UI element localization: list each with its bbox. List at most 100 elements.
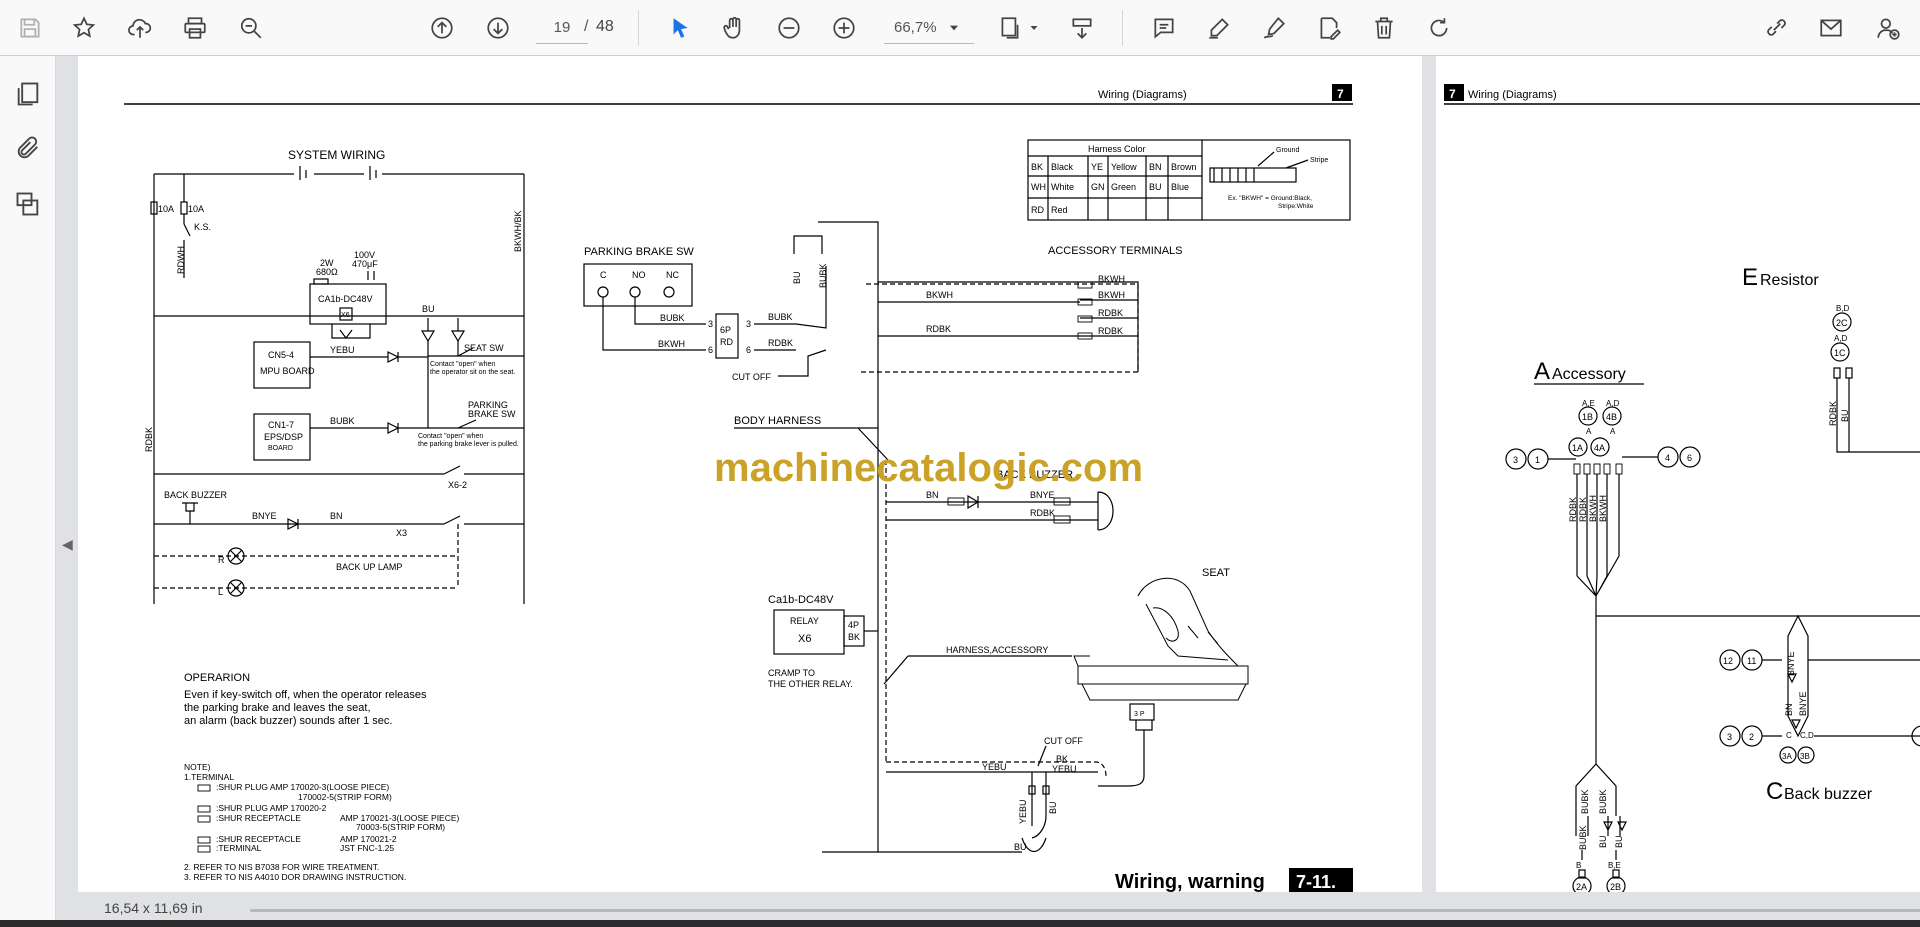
- print-icon[interactable]: [177, 10, 213, 46]
- attachments-paperclip-icon[interactable]: [10, 130, 46, 166]
- svg-text:1A: 1A: [1572, 443, 1583, 453]
- svg-text:BK: BK: [848, 632, 860, 642]
- left-sidebar: [0, 56, 56, 927]
- svg-text:BACK UP LAMP: BACK UP LAMP: [336, 562, 402, 572]
- fit-dropdown-chevron-icon[interactable]: [1024, 10, 1044, 46]
- header-title: Wiring (Diagrams): [1098, 89, 1187, 101]
- zoom-out-search-icon[interactable]: [233, 10, 269, 46]
- page-separator: /: [584, 18, 589, 35]
- svg-text:RDBK: RDBK: [1828, 401, 1838, 426]
- email-icon[interactable]: [1813, 10, 1849, 46]
- zoom-dropdown-chevron-icon[interactable]: [942, 10, 966, 46]
- document-viewer[interactable]: ◀ ◀ Wiring (Diagrams) 7 SYSTEM WIRING 10…: [56, 56, 1920, 918]
- zoom-out-icon[interactable]: [771, 10, 807, 46]
- section-a-title: Accessory: [1552, 366, 1626, 383]
- rotate-redo-icon[interactable]: [1421, 10, 1457, 46]
- svg-text:CN1-7: CN1-7: [268, 420, 294, 430]
- previous-page-icon[interactable]: [424, 10, 460, 46]
- section-a-letter: A: [1534, 358, 1550, 385]
- svg-text:6: 6: [708, 345, 713, 355]
- zoom-in-icon[interactable]: [826, 10, 862, 46]
- svg-text:RDBK: RDBK: [926, 324, 951, 334]
- svg-text:MPU BOARD: MPU BOARD: [260, 366, 315, 376]
- svg-text:R: R: [218, 555, 225, 565]
- svg-text:YEBU: YEBU: [1052, 764, 1077, 774]
- svg-text:RDBK: RDBK: [144, 427, 154, 452]
- scroll-mode-icon[interactable]: [1064, 10, 1100, 46]
- svg-text:470μF: 470μF: [352, 259, 378, 269]
- svg-text:BU: BU: [1598, 835, 1608, 848]
- section-e-title: Resistor: [1760, 272, 1819, 289]
- svg-text:4: 4: [1665, 453, 1670, 463]
- system-wiring-title: SYSTEM WIRING: [288, 148, 385, 162]
- wiring-diagram-right: 7 Wiring (Diagrams) A Accessory A,E A,D …: [1444, 84, 1920, 896]
- svg-text:2: 2: [1749, 732, 1754, 742]
- collapse-left-chevron-icon[interactable]: ◀: [62, 536, 73, 553]
- star-icon[interactable]: [66, 10, 102, 46]
- svg-text:Stripe:White: Stripe:White: [1278, 203, 1314, 210]
- svg-text:X6: X6: [798, 633, 811, 645]
- svg-text:BKWH: BKWH: [1588, 495, 1598, 522]
- svg-text:BKWH: BKWH: [1098, 290, 1125, 300]
- harness-color-cell: Blue: [1171, 182, 1189, 192]
- page-total: 48: [596, 18, 614, 35]
- harness-accessory-label: HARNESS,ACCESSORY: [946, 645, 1048, 655]
- svg-text:EPS/DSP: EPS/DSP: [264, 432, 303, 442]
- svg-text:YEBU: YEBU: [982, 762, 1007, 772]
- section-c-letter: C: [1766, 778, 1783, 805]
- fill-sign-icon[interactable]: [1311, 10, 1347, 46]
- harness-color-cell: GN: [1091, 182, 1105, 192]
- svg-text:RDBK: RDBK: [1568, 497, 1578, 522]
- save-icon[interactable]: [12, 10, 48, 46]
- svg-text:RDWH: RDWH: [176, 246, 186, 274]
- svg-text:B: B: [1576, 861, 1581, 870]
- draw-pen-icon[interactable]: [1256, 10, 1292, 46]
- page-size-label: 16,54 x 11,69 in: [104, 900, 203, 916]
- page-thumbnails-icon[interactable]: [10, 76, 46, 112]
- svg-text:3: 3: [708, 319, 713, 329]
- status-bar: 16,54 x 11,69 in: [78, 900, 1920, 920]
- fit-page-icon[interactable]: [992, 10, 1028, 46]
- delete-trash-icon[interactable]: [1366, 10, 1402, 46]
- comment-icon[interactable]: [1146, 10, 1182, 46]
- svg-text:JST FNC-1.25: JST FNC-1.25: [340, 843, 394, 853]
- page-number-input[interactable]: [536, 12, 588, 44]
- right-header-chapter: 7: [1449, 87, 1456, 101]
- svg-text:4P: 4P: [848, 620, 859, 630]
- svg-text:2B: 2B: [1610, 882, 1621, 892]
- svg-text:12: 12: [1723, 656, 1733, 666]
- parking-brake-sw-label: PARKING BRAKE SW: [584, 246, 694, 258]
- hand-tool-icon[interactable]: [716, 10, 752, 46]
- svg-text:10A: 10A: [188, 204, 204, 214]
- svg-text:BN: BN: [330, 511, 343, 521]
- seat-label: SEAT: [1202, 567, 1230, 579]
- svg-text:BOARD: BOARD: [268, 445, 293, 452]
- highlight-pen-icon[interactable]: [1201, 10, 1237, 46]
- svg-text:Ex. "BKWH" = Ground:Black,: Ex. "BKWH" = Ground:Black,: [1228, 195, 1312, 202]
- account-add-user-icon[interactable]: [1870, 10, 1906, 46]
- svg-text:2C: 2C: [1836, 318, 1848, 328]
- harness-color-cell: WH: [1031, 182, 1046, 192]
- upload-cloud-icon[interactable]: [122, 10, 158, 46]
- svg-text:BKWH/BK: BKWH/BK: [513, 210, 523, 252]
- svg-text:4A: 4A: [1594, 443, 1605, 453]
- layers-icon[interactable]: [10, 186, 46, 222]
- svg-text:X6-2: X6-2: [448, 480, 467, 490]
- svg-text:CUT OFF: CUT OFF: [732, 372, 771, 382]
- svg-text:BNYE: BNYE: [1030, 490, 1055, 500]
- svg-text:BU: BU: [1614, 835, 1624, 848]
- watermark: machinecatalogic.com: [714, 446, 1143, 490]
- toolbar: / 48: [0, 0, 1920, 56]
- svg-text:CN5-4: CN5-4: [268, 350, 294, 360]
- svg-text:BK: BK: [1056, 754, 1068, 764]
- toolbar-divider: [1122, 10, 1123, 46]
- horizontal-scrollbar[interactable]: [250, 909, 1920, 912]
- svg-text:CA1b-DC48V: CA1b-DC48V: [318, 294, 373, 304]
- svg-text:the parking brake lever is pul: the parking brake lever is pulled.: [418, 441, 519, 448]
- wiring-diagram-left: Wiring (Diagrams) 7 SYSTEM WIRING 10A 10…: [124, 84, 1353, 894]
- svg-text:BACK BUZZER: BACK BUZZER: [164, 490, 228, 500]
- share-link-icon[interactable]: [1758, 10, 1794, 46]
- next-page-icon[interactable]: [480, 10, 516, 46]
- svg-text:CRAMP TO: CRAMP TO: [768, 668, 815, 678]
- select-cursor-icon[interactable]: [662, 10, 698, 46]
